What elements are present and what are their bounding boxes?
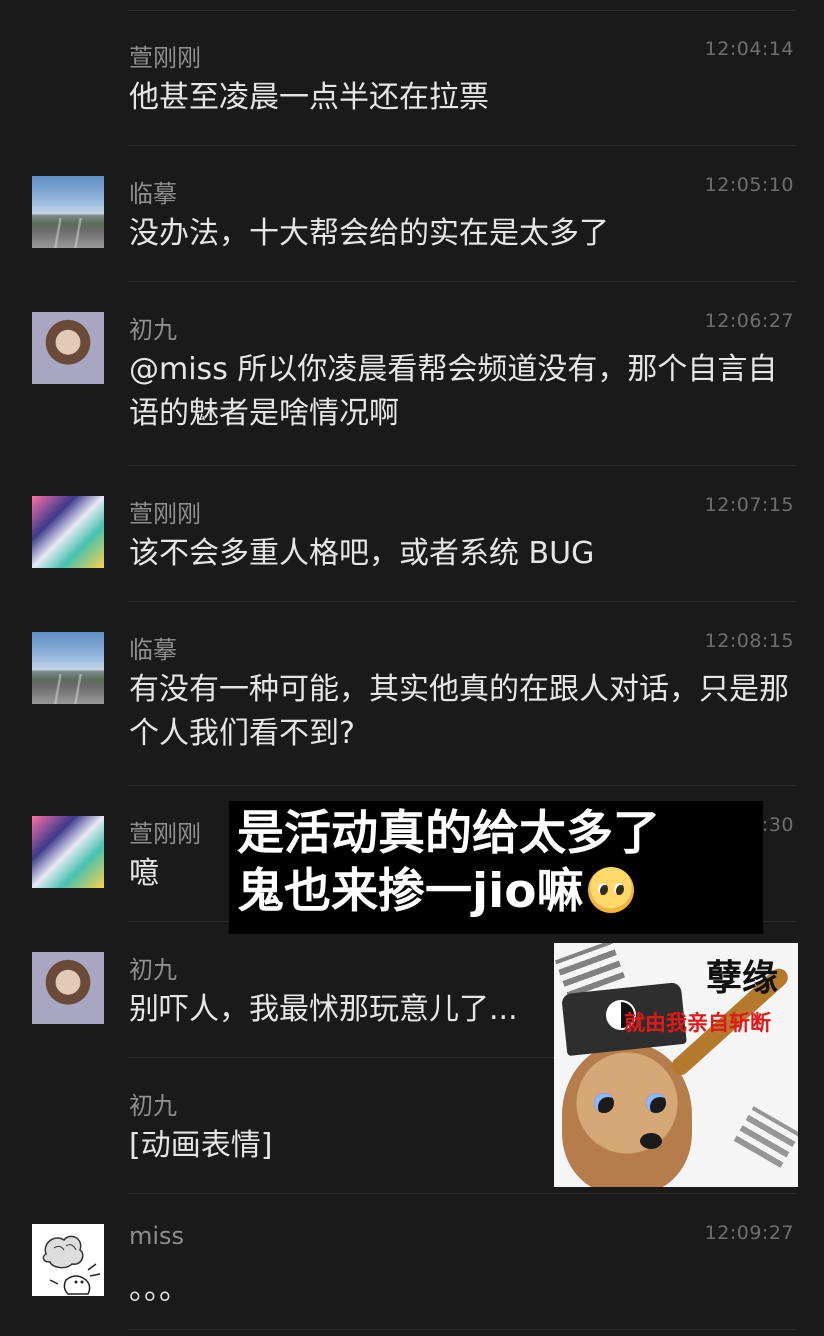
sender-name: 初九: [129, 316, 177, 344]
divider: [128, 281, 796, 282]
divider: [128, 1329, 796, 1330]
message-text[interactable]: 该不会多重人格吧，或者系统 BUG: [129, 532, 789, 576]
message-text[interactable]: 他甚至凌晨一点半还在拉票: [129, 76, 789, 120]
sender-name: 萱刚刚: [129, 44, 201, 72]
caption-line-2: 鬼也来掺一jio嘛: [237, 863, 763, 921]
message-time: 12:05:10: [704, 174, 794, 196]
divider: [128, 465, 796, 466]
message-text[interactable]: @miss 所以你凌晨看帮会频道没有，那个自言自语的魅者是啥情况啊: [129, 348, 789, 436]
message-time: 12:06:27: [704, 310, 794, 332]
message-time: 12:07:15: [704, 494, 794, 516]
divider: [128, 785, 796, 786]
divider: [128, 10, 796, 11]
trigram-decoration: [733, 1106, 798, 1168]
message-text[interactable]: 。。。: [129, 1268, 789, 1312]
meme-sticker[interactable]: 孽缘 就由我亲自斩断: [554, 943, 798, 1187]
pleading-face-emoji-icon: [587, 867, 634, 913]
sender-name: 萱刚刚: [129, 500, 201, 528]
message-time: 12:08:15: [704, 630, 794, 652]
avatar[interactable]: [32, 816, 104, 888]
divider: [128, 1193, 796, 1194]
dog-nose: [640, 1133, 662, 1149]
sender-name: 临摹: [129, 180, 177, 208]
message-time: :30: [761, 814, 794, 836]
dog-eye: [646, 1093, 666, 1113]
sender-name: 萱刚刚: [129, 820, 201, 848]
avatar[interactable]: [32, 176, 104, 248]
avatar[interactable]: [32, 1224, 104, 1296]
sticker-subtitle: 就由我亲自斩断: [624, 1011, 771, 1035]
divider: [128, 601, 796, 602]
avatar[interactable]: [32, 952, 104, 1024]
sender-name: miss: [129, 1222, 185, 1250]
avatar[interactable]: [32, 312, 104, 384]
dog-eye: [594, 1093, 614, 1113]
sender-name: 临摹: [129, 636, 177, 664]
message-time: 12:09:27: [704, 1222, 794, 1244]
avatar[interactable]: [32, 496, 104, 568]
avatar[interactable]: [32, 632, 104, 704]
sender-name: 初九: [129, 1092, 177, 1120]
message-text[interactable]: 没办法，十大帮会给的实在是太多了: [129, 212, 789, 256]
overlay-caption: 是活动真的给太多了 鬼也来掺一jio嘛: [229, 801, 763, 934]
divider: [128, 145, 796, 146]
caption-line-2-text: 鬼也来掺一jio嘛: [237, 864, 584, 919]
message-time: 12:04:14: [704, 38, 794, 60]
sender-name: 初九: [129, 956, 177, 984]
brain-doodle-icon: [42, 1235, 101, 1295]
message-text[interactable]: 有没有一种可能，其实他真的在跟人对话，只是那个人我们看不到?: [129, 668, 789, 756]
sticker-title: 孽缘: [705, 958, 778, 999]
caption-line-1: 是活动真的给太多了: [237, 806, 660, 861]
